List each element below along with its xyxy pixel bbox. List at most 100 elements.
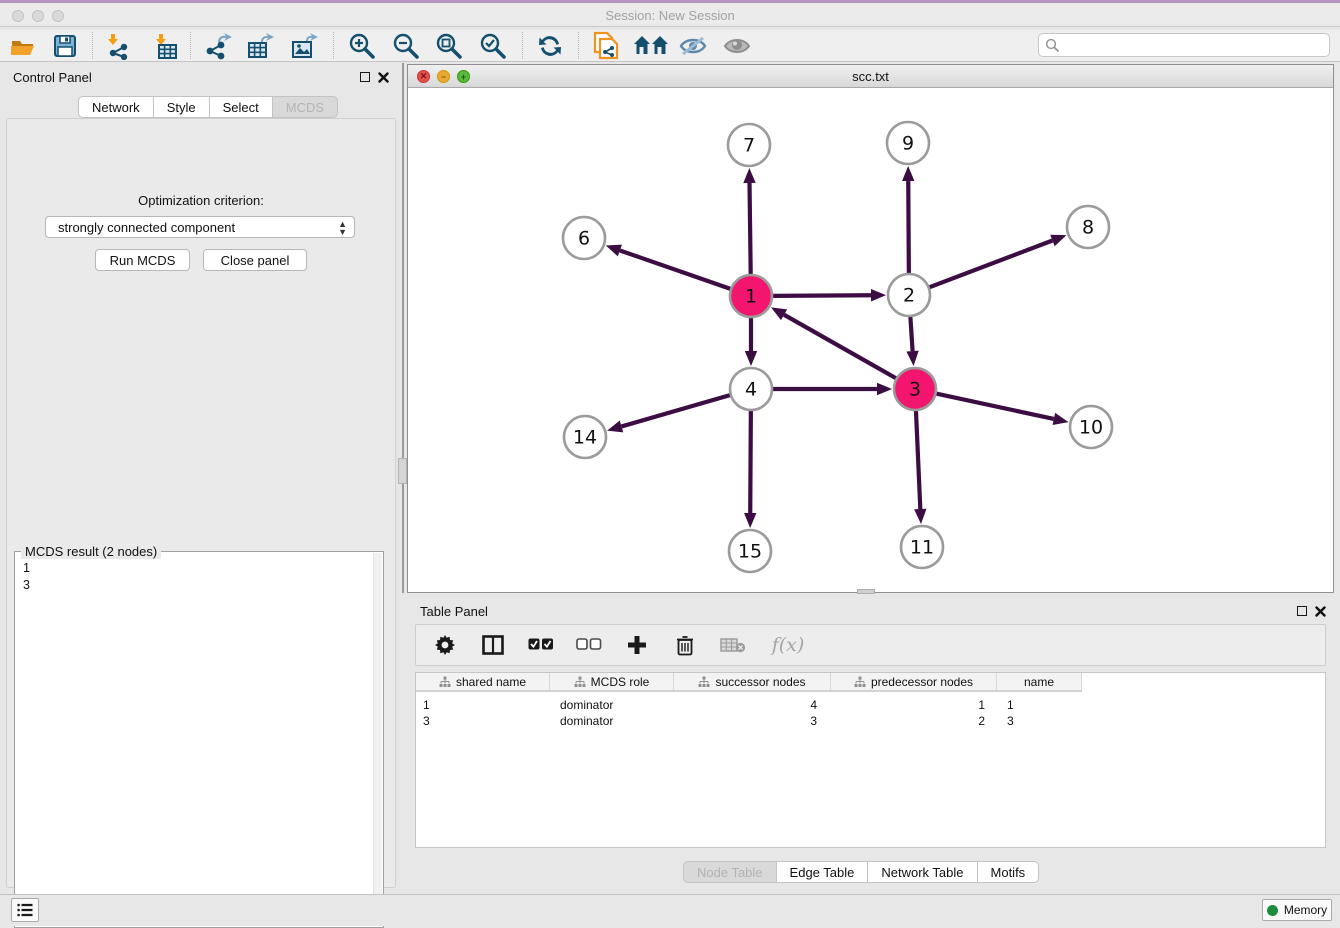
edge-arrowhead	[914, 509, 926, 524]
import-network-button[interactable]	[101, 31, 135, 61]
network-window-titlebar[interactable]: ✕ − + scc.txt	[408, 65, 1333, 88]
result-line: 3	[23, 577, 30, 594]
open-session-button[interactable]	[6, 31, 40, 61]
tab-mcds[interactable]: MCDS	[273, 96, 338, 118]
show-all-button[interactable]	[720, 31, 754, 61]
import-table-button[interactable]	[149, 31, 183, 61]
graph-edge-2-3[interactable]	[910, 316, 912, 351]
tab-network[interactable]: Network	[78, 96, 154, 118]
graph-edge-3-1[interactable]	[784, 315, 897, 379]
table-row[interactable]: 1 dominator 4 1 1	[416, 697, 1082, 713]
node-label-2: 2	[903, 285, 915, 307]
column-header-mcds-role[interactable]: MCDS role	[550, 673, 674, 690]
add-column-button[interactable]	[624, 632, 650, 658]
checked-boxes-icon	[528, 638, 554, 652]
column-header-shared-name[interactable]: shared name	[416, 673, 550, 690]
delete-table-icon	[720, 637, 746, 653]
memory-status-icon	[1267, 905, 1278, 916]
graph-edge-4-15[interactable]	[750, 410, 751, 513]
column-header-successor-nodes[interactable]: successor nodes	[674, 673, 831, 690]
delete-table-button[interactable]	[720, 632, 746, 658]
export-image-button[interactable]	[288, 31, 322, 61]
export-table-button[interactable]	[244, 31, 278, 61]
vertical-splitter[interactable]	[402, 63, 404, 593]
control-panel-header: Control Panel	[0, 63, 403, 91]
function-builder-button[interactable]: f(x)	[768, 632, 808, 658]
column-settings-button[interactable]	[432, 632, 458, 658]
splitter-grip[interactable]	[398, 458, 407, 484]
show-eye-icon	[722, 34, 752, 58]
save-session-button[interactable]	[48, 31, 82, 61]
window-title: Session: New Session	[0, 8, 1340, 23]
node-label-7: 7	[743, 135, 755, 157]
network-canvas[interactable]: 7968124314101511	[408, 88, 1333, 592]
tab-network-table[interactable]: Network Table	[868, 861, 977, 883]
main-toolbar	[0, 30, 1340, 62]
graph-edge-2-8[interactable]	[929, 240, 1053, 287]
node-label-15: 15	[738, 541, 762, 563]
edge-arrowhead	[606, 245, 622, 257]
graph-edge-1-2[interactable]	[772, 295, 871, 296]
first-neighbors-button[interactable]	[588, 31, 622, 61]
preferred-layout-button[interactable]	[631, 31, 671, 61]
export-network-button[interactable]	[201, 31, 235, 61]
unchecked-boxes-icon	[576, 638, 602, 652]
tab-node-table[interactable]: Node Table	[683, 861, 777, 883]
node-label-4: 4	[745, 379, 757, 401]
graph-edge-2-9[interactable]	[908, 181, 909, 274]
result-scrollbar[interactable]	[373, 553, 382, 926]
column-header-predecessor-nodes[interactable]: predecessor nodes	[831, 673, 997, 690]
zoom-out-button[interactable]	[389, 31, 423, 61]
graph-edge-4-14[interactable]	[622, 395, 731, 427]
horizontal-splitter-grip[interactable]	[857, 589, 875, 594]
split-panel-button[interactable]	[480, 632, 506, 658]
import-table-icon	[153, 32, 179, 60]
trash-icon	[676, 635, 694, 656]
edge-arrowhead	[1050, 235, 1066, 247]
zoom-fit-icon	[435, 32, 463, 60]
node-table[interactable]: shared name MCDS role successor nodes pr…	[415, 672, 1326, 848]
close-panel-icon[interactable]	[378, 72, 389, 83]
zoom-fit-button[interactable]	[432, 31, 466, 61]
delete-column-button[interactable]	[672, 632, 698, 658]
mcds-result-text[interactable]: 1 3	[23, 560, 30, 594]
zoom-selected-button[interactable]	[476, 31, 510, 61]
graph-edge-3-11[interactable]	[916, 410, 920, 509]
zoom-in-button[interactable]	[345, 31, 379, 61]
hide-selected-button[interactable]	[676, 31, 710, 61]
graph-edge-1-7[interactable]	[750, 183, 751, 275]
edge-arrowhead	[744, 513, 756, 528]
export-table-icon	[247, 32, 275, 60]
search-box[interactable]	[1038, 33, 1330, 57]
float-table-panel-icon[interactable]	[1297, 606, 1307, 616]
tab-style[interactable]: Style	[154, 96, 210, 118]
cell-predecessor-nodes: 1	[831, 697, 997, 713]
plus-icon	[627, 635, 647, 655]
refresh-view-button[interactable]	[533, 31, 567, 61]
gear-icon	[435, 635, 455, 655]
memory-button[interactable]: Memory	[1262, 899, 1332, 921]
tab-select[interactable]: Select	[210, 96, 273, 118]
deselect-all-button[interactable]	[576, 632, 602, 658]
control-panel: Control Panel Network Style Select MCDS …	[0, 63, 403, 894]
close-table-panel-icon[interactable]	[1315, 606, 1326, 617]
memory-label: Memory	[1284, 903, 1327, 917]
refresh-icon	[536, 32, 564, 60]
edge-arrowhead	[745, 351, 757, 366]
graph-edge-1-6[interactable]	[620, 250, 731, 289]
float-panel-icon[interactable]	[360, 72, 370, 82]
toolbar-separator	[578, 32, 579, 59]
task-history-button[interactable]	[11, 898, 39, 922]
tab-edge-table[interactable]: Edge Table	[777, 861, 869, 883]
search-input[interactable]	[1060, 38, 1329, 52]
graph-edge-3-10[interactable]	[936, 393, 1054, 419]
optimization-criterion-select[interactable]: strongly connected component ▲▼	[45, 216, 355, 238]
result-line: 1	[23, 560, 30, 577]
toolbar-separator	[333, 32, 334, 59]
select-all-button[interactable]	[528, 632, 554, 658]
table-row[interactable]: 3 dominator 3 2 3	[416, 713, 1082, 729]
run-mcds-button[interactable]: Run MCDS	[95, 249, 190, 271]
close-panel-button[interactable]: Close panel	[203, 249, 307, 271]
tab-motifs[interactable]: Motifs	[978, 861, 1040, 883]
column-header-name[interactable]: name	[997, 673, 1082, 690]
